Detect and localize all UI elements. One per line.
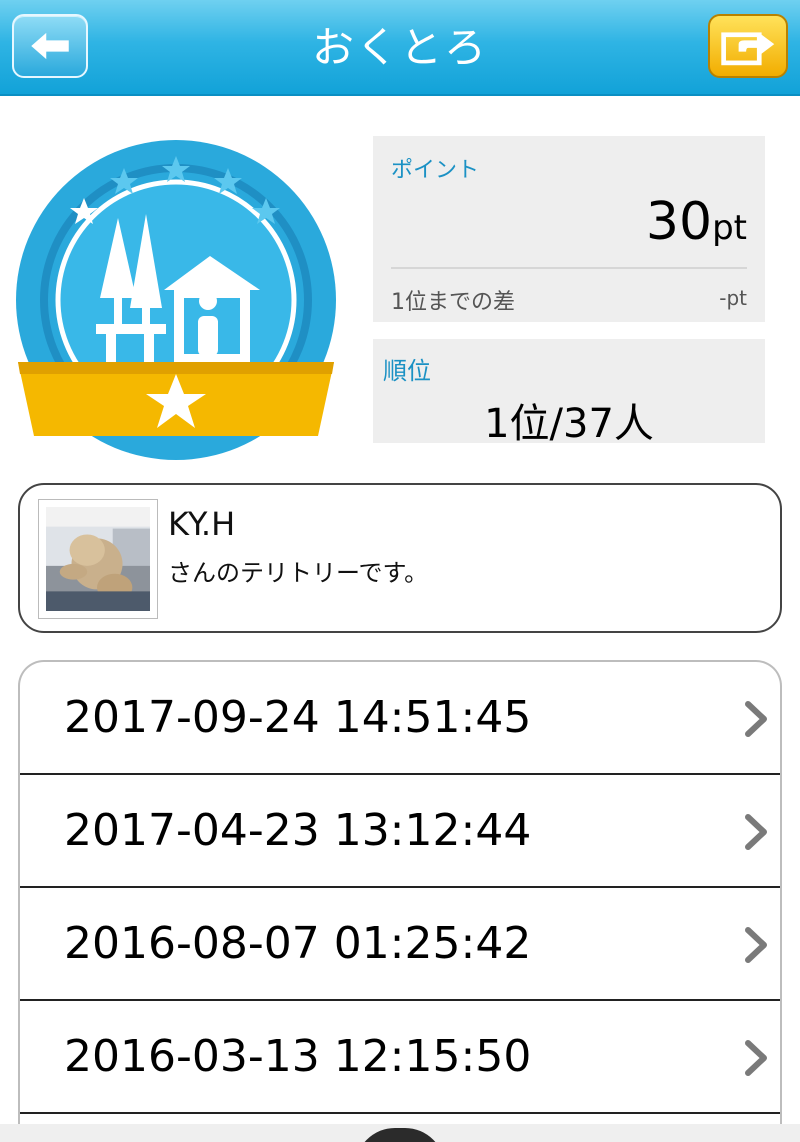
points-unit: pt: [712, 208, 747, 248]
chevron-right-icon: [745, 1040, 767, 1076]
territory-badge-icon: [16, 140, 336, 460]
rank-panel: 順位 1位/37人: [373, 339, 765, 447]
list-item-datetime: 2016-03-13 12:15:50: [64, 1031, 532, 1082]
points-label: ポイント: [391, 158, 480, 183]
points-panel: ポイント 30pt 1位までの差 -pt: [373, 136, 765, 322]
list-item-datetime: 2017-09-24 14:51:45: [64, 692, 532, 743]
list-item[interactable]: 2016-08-07 01:25:42: [20, 888, 780, 1001]
diff-to-first-value: -pt: [719, 286, 747, 310]
chevron-right-icon: [745, 814, 767, 850]
chevron-right-icon: [745, 701, 767, 737]
diff-to-first-label: 1位までの差: [391, 290, 515, 315]
back-arrow-icon: [31, 32, 69, 60]
app-header: おくとろ: [0, 0, 800, 96]
chevron-right-icon: [745, 927, 767, 963]
back-button[interactable]: [12, 14, 88, 78]
owner-card[interactable]: KY.H さんのテリトリーです。: [18, 483, 782, 633]
rank-label: 順位: [383, 357, 431, 385]
owner-name: KY.H: [168, 505, 236, 543]
history-list: 2017-09-24 14:51:45 2017-04-23 13:12:44 …: [18, 660, 782, 1142]
owner-territory-text: さんのテリトリーです。: [168, 559, 429, 587]
points-divider: [391, 267, 747, 269]
list-item-datetime: 2017-04-23 13:12:44: [64, 805, 532, 856]
list-item[interactable]: 2017-04-23 13:12:44: [20, 775, 780, 888]
share-button[interactable]: [708, 14, 788, 78]
avatar: [38, 499, 158, 619]
list-item-datetime: 2016-08-07 01:25:42: [64, 918, 532, 969]
points-value: 30pt: [646, 192, 747, 252]
avatar-photo: [46, 507, 150, 611]
list-item[interactable]: 2017-09-24 14:51:45: [20, 662, 780, 775]
points-number: 30: [645, 192, 713, 252]
share-icon: [721, 32, 775, 66]
page-title: おくとろ: [311, 23, 488, 72]
rank-value: 1位/37人: [484, 401, 654, 447]
list-item[interactable]: 2016-03-13 12:15:50: [20, 1001, 780, 1114]
